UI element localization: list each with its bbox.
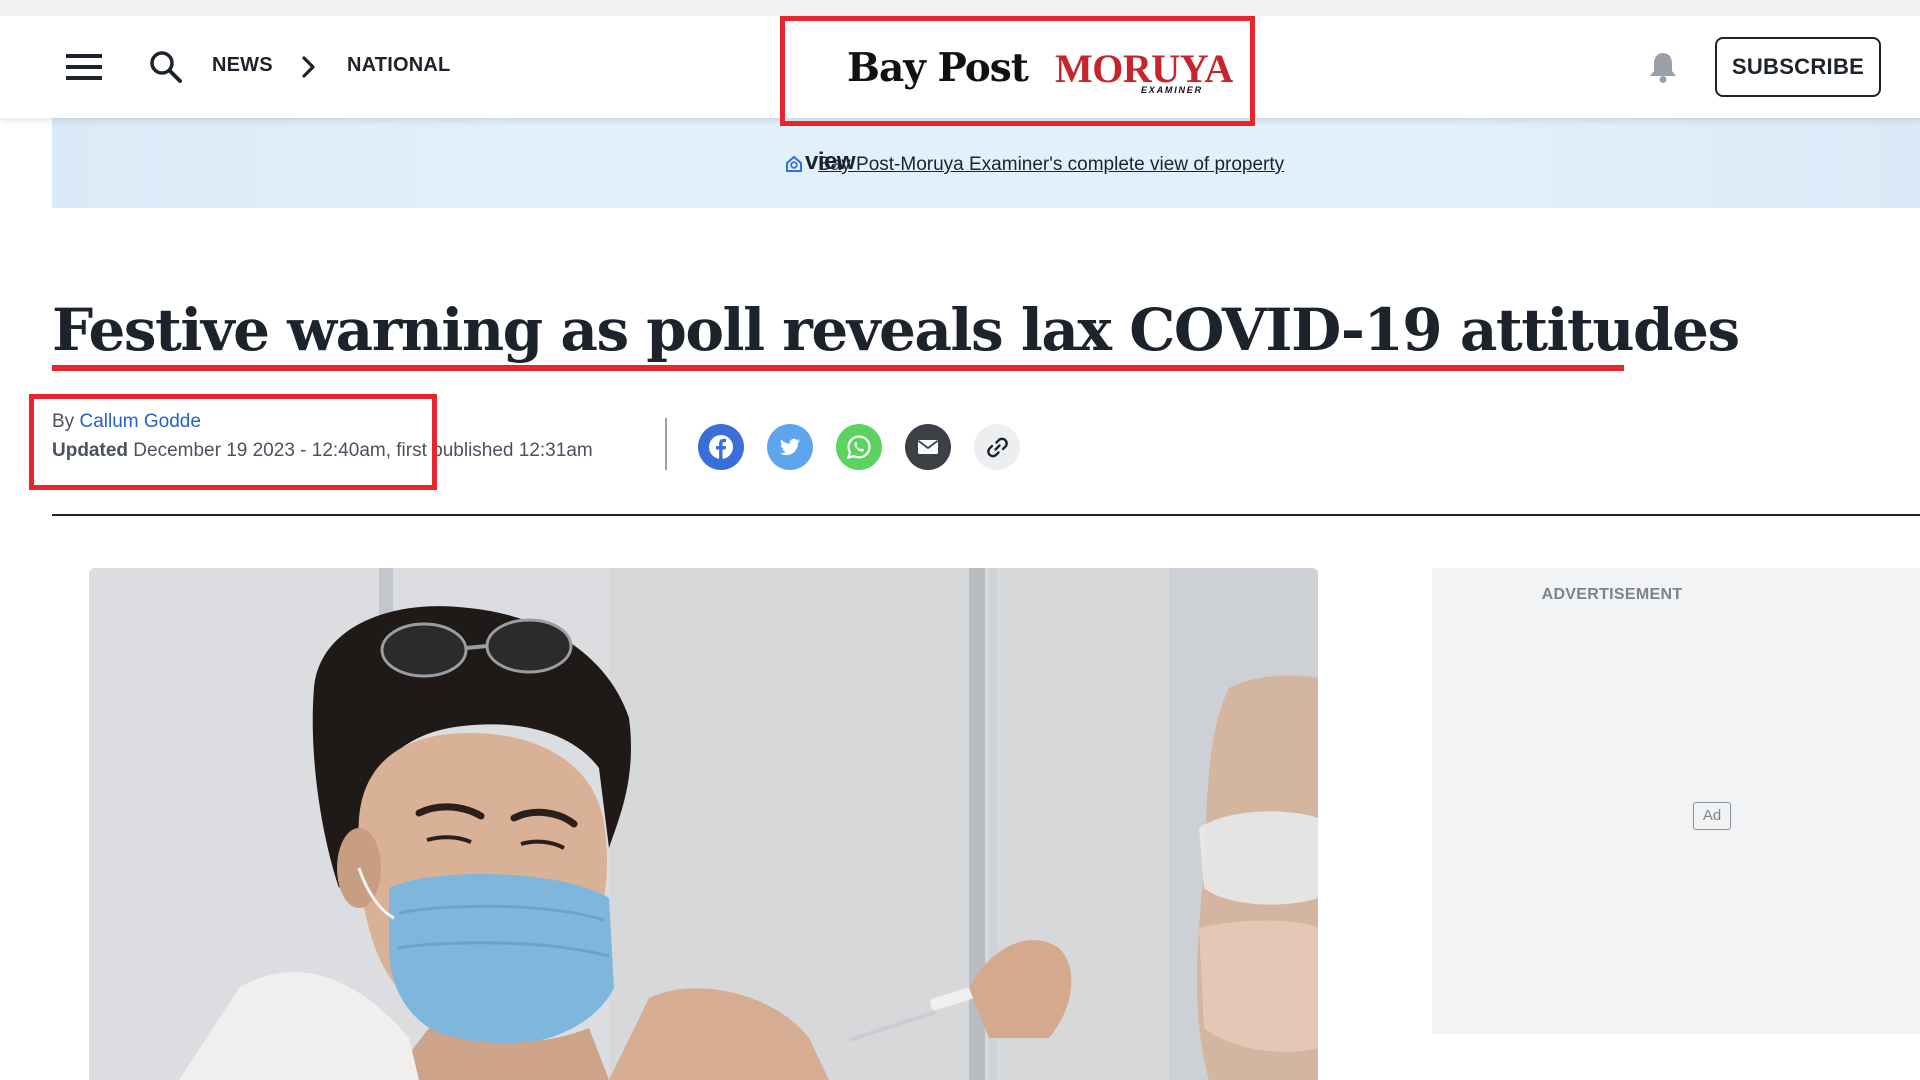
logo-examiner: EXAMINER [1141, 85, 1203, 95]
house-search-icon [786, 155, 802, 172]
advertisement-panel[interactable]: ADVERTISEMENT Ad [1432, 568, 1920, 1034]
byline-annotation-box [29, 394, 437, 490]
headline-annotation-underline [52, 365, 1624, 371]
advertisement-label: ADVERTISEMENT [1541, 586, 1683, 603]
email-share-button[interactable] [905, 424, 951, 470]
facebook-icon [709, 435, 733, 459]
site-header: NEWS NATIONAL Bay Post MORUYA EXAMINER S… [0, 16, 1920, 126]
bell-icon[interactable] [1648, 50, 1678, 84]
facebook-share-button[interactable] [698, 424, 744, 470]
whatsapp-icon [846, 435, 871, 460]
search-icon[interactable] [146, 47, 186, 87]
property-view-link[interactable]: Bay Post-Moruya Examiner's complete view… [818, 154, 1284, 176]
copy-link-button[interactable] [974, 424, 1020, 470]
browser-top-strip [0, 0, 1920, 16]
chevron-right-icon [297, 54, 319, 80]
whatsapp-share-button[interactable] [836, 424, 882, 470]
logo-bay-post: Bay Post [847, 45, 1029, 91]
ad-badge: Ad [1693, 802, 1731, 830]
article-hero-image[interactable] [89, 568, 1318, 1080]
email-icon [917, 440, 939, 454]
twitter-icon [779, 438, 800, 456]
twitter-share-button[interactable] [767, 424, 813, 470]
share-divider [665, 418, 667, 470]
subscribe-button[interactable]: SUBSCRIBE [1715, 37, 1881, 97]
property-promo-banner: view Bay Post-Moruya Examiner's complete… [52, 118, 1920, 208]
hamburger-menu-icon[interactable] [64, 52, 104, 82]
breadcrumb-news[interactable]: NEWS [212, 54, 273, 77]
site-logo[interactable]: Bay Post MORUYA EXAMINER [780, 16, 1255, 126]
breadcrumb-national[interactable]: NATIONAL [347, 54, 450, 77]
vaccination-photo [89, 568, 1318, 1080]
link-icon [987, 437, 1008, 458]
article-headline: Festive warning as poll reveals lax COVI… [52, 296, 1740, 364]
byline-divider-rule [52, 514, 1920, 516]
